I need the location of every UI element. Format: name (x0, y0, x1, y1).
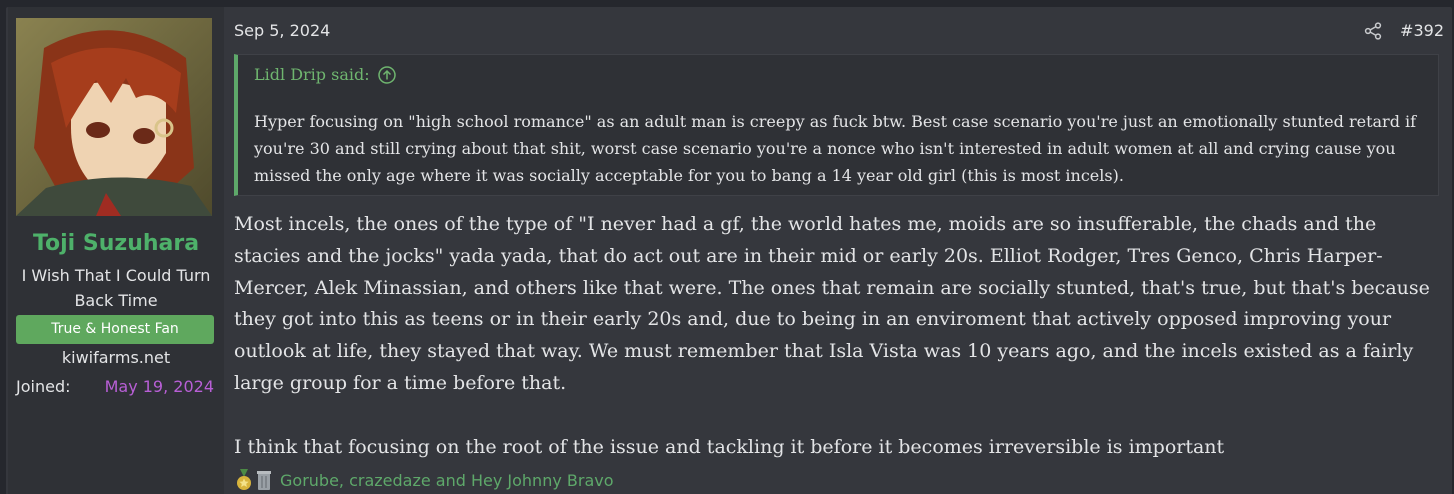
quote-header[interactable]: Lidl Drip said: (254, 65, 396, 84)
post-date[interactable]: Sep 5, 2024 (234, 21, 330, 40)
joined-date: May 19, 2024 (104, 377, 214, 396)
user-title: I Wish That I Could Turn Back Time (21, 266, 211, 310)
arrow-up-circle-icon[interactable] (377, 65, 396, 84)
reaction-names[interactable]: Gorube, crazedaze and Hey Johnny Bravo (280, 471, 614, 490)
post-container: Toji Suzuhara I Wish That I Could Turn B… (6, 7, 1452, 494)
share-icon[interactable] (1364, 21, 1382, 40)
user-banner: True & Honest Fan (16, 315, 214, 344)
user-site: kiwifarms.net (61, 348, 171, 367)
user-info-panel: Toji Suzuhara I Wish That I Could Turn B… (8, 7, 224, 494)
message-paragraph: I think that focusing on the root of the… (234, 435, 1225, 458)
joined-label: Joined: (16, 377, 71, 396)
reaction-icons (234, 469, 274, 491)
post-tools: #392 (1364, 21, 1444, 40)
quote-author[interactable]: Lidl Drip said: (254, 65, 370, 84)
medal-icon (234, 469, 254, 491)
message-paragraph: Most incels, the ones of the type of "I … (234, 213, 1430, 394)
reactions-bar[interactable]: Gorube, crazedaze and Hey Johnny Bravo (234, 469, 614, 491)
quote-body: Hyper focusing on "high school romance" … (254, 112, 1417, 185)
quote-block: Lidl Drip said: Hyper focusing on "high … (234, 54, 1439, 196)
post-number[interactable]: #392 (1400, 21, 1444, 40)
user-avatar[interactable] (16, 18, 212, 216)
post-message: Most incels, the ones of the type of "I … (234, 209, 1444, 463)
trash-can-icon (254, 469, 274, 491)
username[interactable]: Toji Suzuhara (8, 231, 224, 256)
joined-row: Joined: May 19, 2024 (16, 377, 214, 396)
post-main: Sep 5, 2024 #392 Lidl Drip said: Hyper f… (234, 7, 1444, 494)
